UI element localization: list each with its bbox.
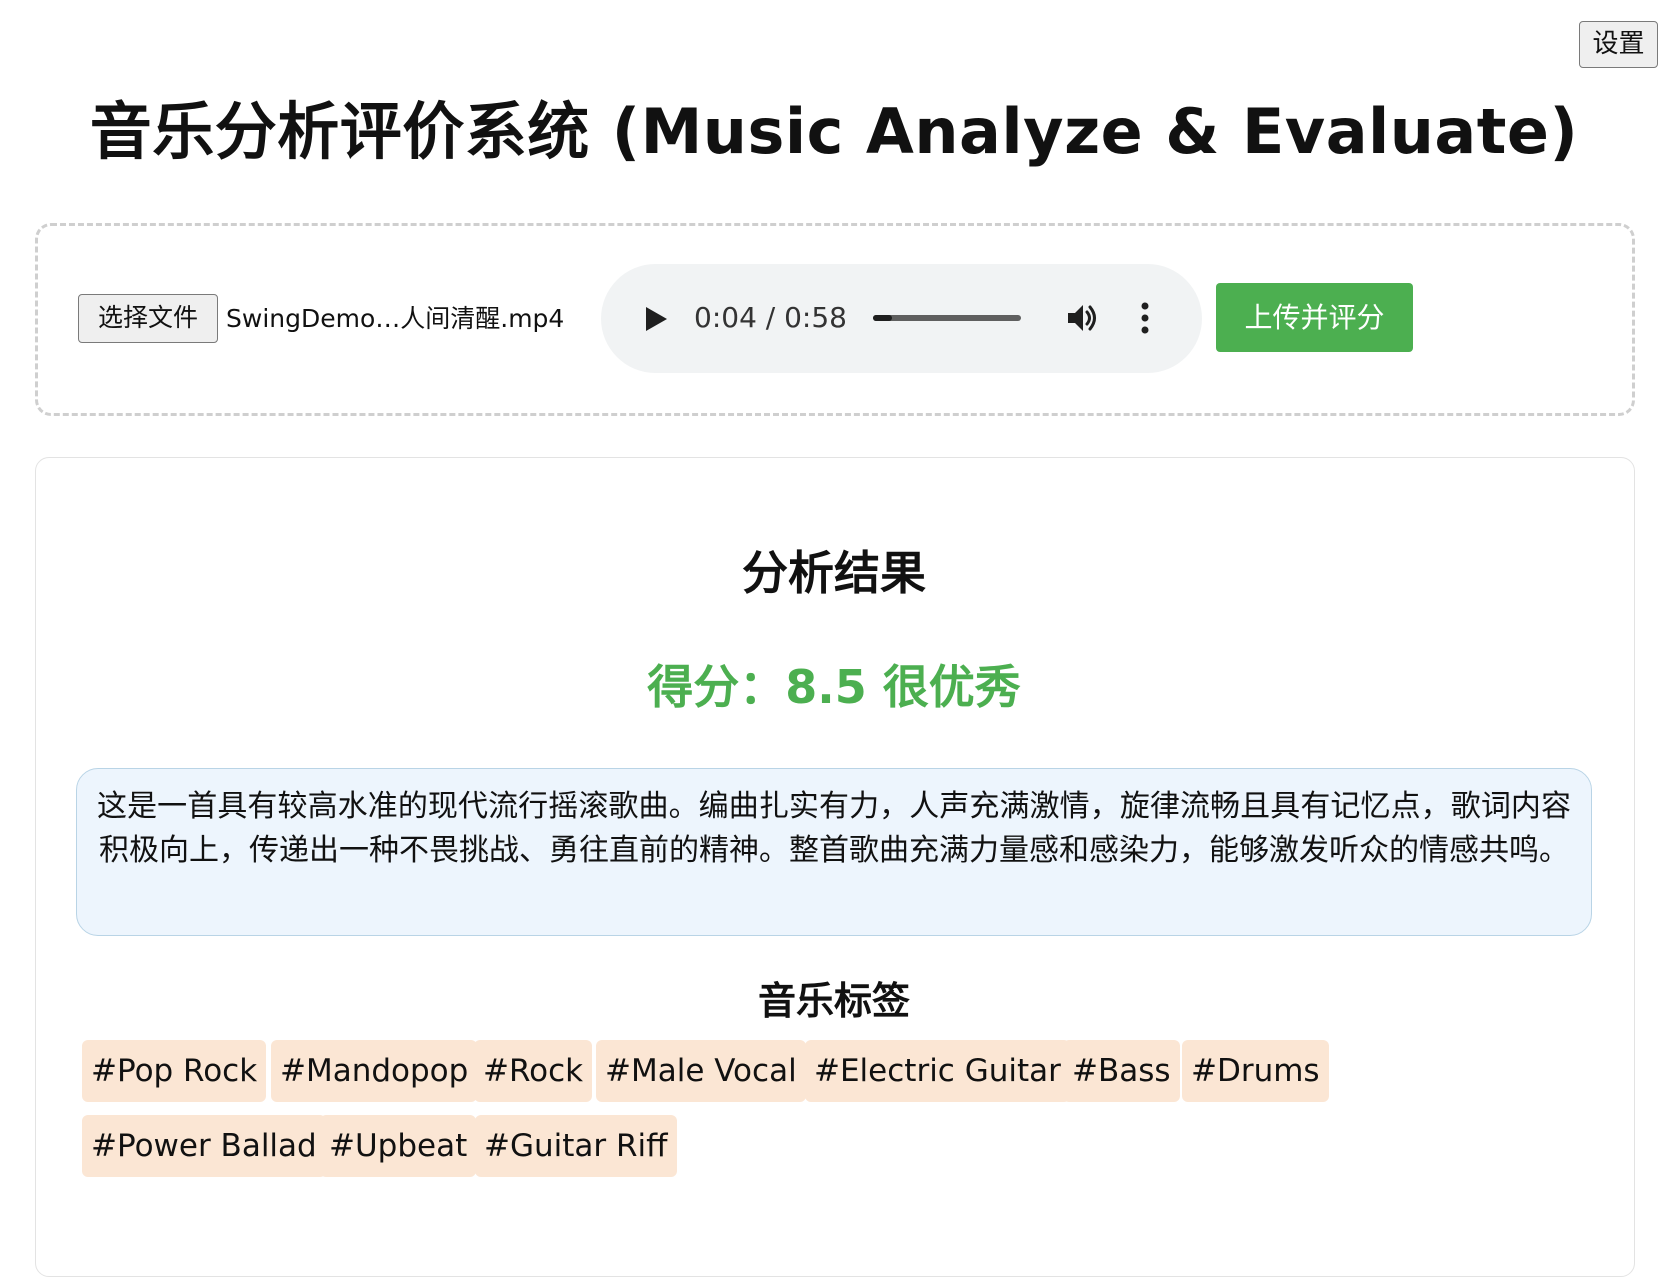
tag-chip[interactable]: #Power Ballad bbox=[82, 1115, 326, 1177]
score-text: 得分：8.5 很优秀 bbox=[647, 660, 1021, 714]
audio-time-display: 0:04 / 0:58 bbox=[694, 301, 847, 334]
selected-file-name: SwingDemo…人间清醒.mp4 bbox=[226, 304, 565, 333]
tag-chip[interactable]: #Mandopop bbox=[271, 1040, 478, 1102]
tag-chip[interactable]: #Rock bbox=[474, 1040, 593, 1102]
tag-chip[interactable]: #Male Vocal bbox=[596, 1040, 806, 1102]
tag-chip[interactable]: #Drums bbox=[1182, 1040, 1329, 1102]
settings-button[interactable]: 设置 bbox=[1579, 21, 1658, 68]
tag-chip[interactable]: #Pop Rock bbox=[82, 1040, 267, 1102]
more-options-icon[interactable] bbox=[1138, 301, 1152, 335]
audio-progress-slider[interactable] bbox=[873, 315, 1021, 321]
summary-text: 这是一首具有较高水准的现代流行摇滚歌曲。编曲扎实有力，人声充满激情，旋律流畅且具… bbox=[76, 768, 1592, 936]
choose-file-button[interactable]: 选择文件 bbox=[78, 294, 218, 343]
play-icon[interactable] bbox=[643, 305, 669, 333]
tag-chip[interactable]: #Upbeat bbox=[320, 1115, 477, 1177]
upload-and-score-button[interactable]: 上传并评分 bbox=[1216, 283, 1413, 352]
page-title: 音乐分析评价系统 (Music Analyze & Evaluate) bbox=[89, 95, 1579, 168]
tag-chip[interactable]: #Electric Guitar bbox=[805, 1040, 1070, 1102]
tag-chip[interactable]: #Bass bbox=[1063, 1040, 1180, 1102]
tag-chip[interactable]: #Guitar Riff bbox=[475, 1115, 677, 1177]
volume-icon[interactable] bbox=[1066, 302, 1100, 334]
result-heading: 分析结果 bbox=[742, 546, 926, 600]
tags-heading: 音乐标签 bbox=[757, 979, 910, 1023]
audio-progress-fill bbox=[873, 315, 892, 321]
